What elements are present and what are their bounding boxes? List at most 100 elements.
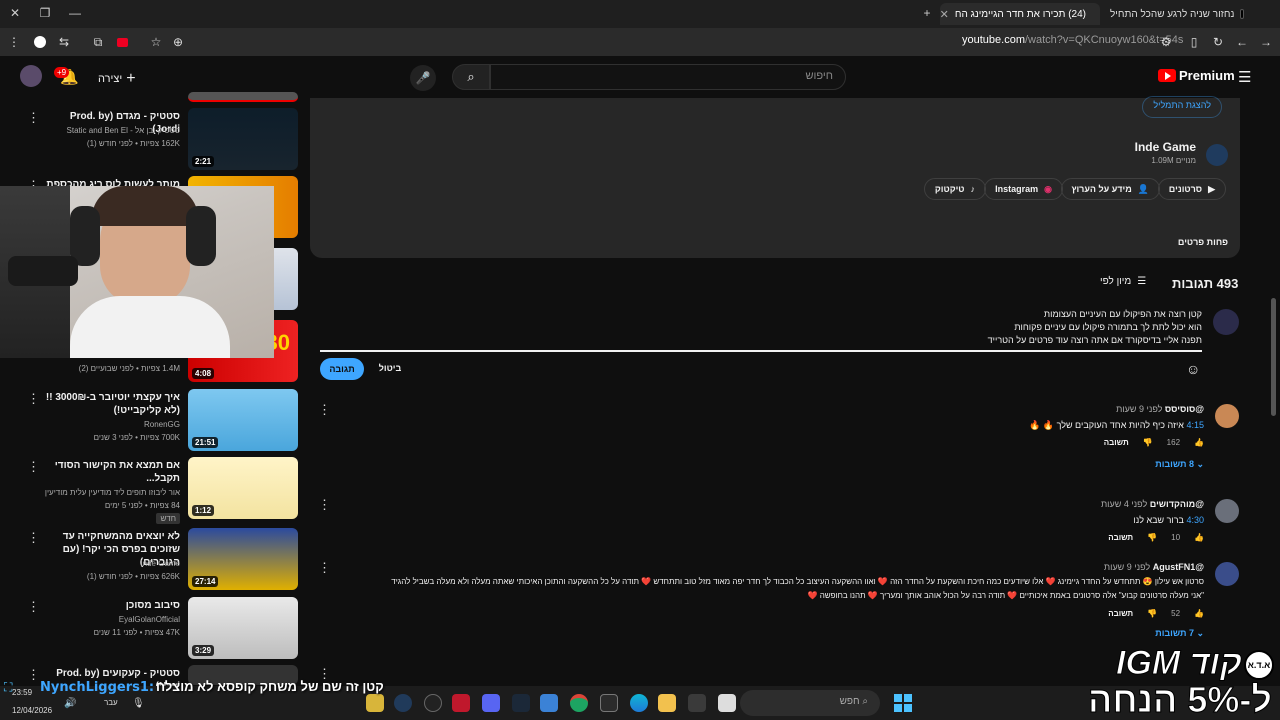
new-tab-icon[interactable]: + <box>916 4 938 22</box>
forward-icon[interactable]: ← <box>1232 32 1252 52</box>
submit-comment-button[interactable]: תגובה <box>320 358 364 380</box>
dislike-icon[interactable]: 👎 <box>1143 438 1153 447</box>
app-misc-icon[interactable] <box>688 694 706 712</box>
tab-active[interactable]: (24) תכירו את חדר הגיימינג הח ✕ <box>940 3 1100 25</box>
search-button[interactable]: ⌕ <box>452 64 490 90</box>
clock-date[interactable]: 12/04/2026 <box>12 706 52 715</box>
comment-time[interactable]: לפני 4 שעות <box>1101 499 1147 509</box>
like-icon[interactable]: 👍 <box>1194 438 1204 447</box>
page-scrollbar[interactable] <box>1271 298 1276 416</box>
split-screen-icon[interactable]: ▯ <box>1184 32 1204 52</box>
video-channel[interactable]: אור ליבוזו תופים ליד מודיעין עלית מודיעי… <box>30 487 180 498</box>
dislike-icon[interactable]: 👎 <box>1147 533 1157 542</box>
profile-icon[interactable] <box>30 32 50 52</box>
sidebar-video[interactable]: 2:21 סטטיק - מגדם (Prod. by Jordi) סטטיק… <box>0 108 300 174</box>
view-replies-button[interactable]: ⌄ 7 תשובות <box>318 628 1204 638</box>
app-red-icon[interactable] <box>452 694 470 712</box>
more-options-icon[interactable]: ⋮ <box>27 530 40 546</box>
comment-time[interactable]: לפני 9 שעות <box>1116 404 1162 414</box>
sidebar-video[interactable]: 3:29 סיבוב מסוכן EyalGolanOfficial 47K צ… <box>0 597 300 663</box>
video-channel[interactable]: Inde Game <box>30 558 180 569</box>
edge-icon[interactable] <box>630 694 648 712</box>
app-file-icon[interactable] <box>366 694 384 712</box>
comment-input[interactable]: קטן רוצה את הפיקולו עם העיניים העצומות ה… <box>320 308 1202 347</box>
comment-menu-icon[interactable]: ⋮ <box>318 402 331 418</box>
url-text[interactable]: youtube.com/watch?v=QKCnuoyw160&t=54s <box>962 34 1183 46</box>
user-avatar[interactable] <box>20 65 42 87</box>
commenter-avatar[interactable] <box>1215 404 1239 428</box>
favorite-star-icon[interactable]: ☆ <box>146 32 166 52</box>
windows-start-icon[interactable] <box>894 694 912 712</box>
taskbar-search[interactable]: ⌕ חפש <box>740 690 880 716</box>
record-icon[interactable] <box>112 32 132 52</box>
extensions-icon[interactable]: ⇆ <box>54 32 74 52</box>
tab-close-icon[interactable]: ✕ <box>940 8 949 21</box>
comment-author[interactable]: @AgustFN1 <box>1153 562 1204 572</box>
comment-author[interactable]: @סוסיסס <box>1165 404 1204 414</box>
menu-dots-icon[interactable]: ⋮ <box>4 32 24 52</box>
sidebar-video[interactable]: 21:51 איך עקצתי יוטיובר ב-3000₪ !! (לא ק… <box>0 389 300 455</box>
commenter-avatar[interactable] <box>1215 562 1239 586</box>
show-transcript-button[interactable]: להצגת התמליל <box>1142 96 1222 118</box>
restore-window-icon[interactable]: ❐ <box>34 4 56 22</box>
collections-icon[interactable]: ⧉ <box>88 32 108 52</box>
more-options-icon[interactable]: ⋮ <box>27 391 40 407</box>
show-less-button[interactable]: פחות פרטים <box>1178 237 1228 247</box>
hamburger-menu-icon[interactable]: ☰ <box>1238 68 1251 86</box>
instagram-link[interactable]: ◉ Instagram <box>984 178 1063 200</box>
about-link[interactable]: 👤 מידע על הערוץ <box>1060 178 1160 200</box>
tiktok-link[interactable]: ♪ טיקטוק <box>923 178 986 200</box>
sidebar-video[interactable]: 27:14 לא יוצאים מהמשחקייה עד שזוכים בפרס… <box>0 528 300 594</box>
app-photos-icon[interactable] <box>540 694 558 712</box>
video-title[interactable]: סיבוב מסוכן <box>40 599 180 612</box>
comment-menu-icon[interactable]: ⋮ <box>318 497 331 513</box>
more-options-icon[interactable]: ⋮ <box>27 110 40 126</box>
create-button[interactable]: + יצירה <box>98 70 136 88</box>
chrome-icon[interactable] <box>570 694 588 712</box>
video-thumb-partial[interactable] <box>188 92 298 102</box>
steam-icon[interactable] <box>512 694 530 712</box>
app-obs-icon[interactable] <box>424 694 442 712</box>
mic-tray-icon[interactable]: 🎙 <box>132 698 145 709</box>
video-title[interactable]: איך עקצתי יוטיובר ב-3000₪ !! (לא קליקביי… <box>40 391 180 417</box>
like-icon[interactable]: 👍 <box>1194 533 1204 542</box>
commenter-avatar[interactable] <box>1215 499 1239 523</box>
back-icon[interactable]: → <box>1256 32 1276 52</box>
video-thumbnail[interactable]: 3:29 <box>188 597 298 659</box>
video-title[interactable]: אם תמצא את הקישור הסודי תקבל... <box>40 459 180 485</box>
tab-inactive[interactable]: נחזור שניה לרגע שהכל התחיל <box>1102 3 1252 25</box>
search-input[interactable]: חיפוש <box>490 64 846 90</box>
more-options-icon[interactable]: ⋮ <box>27 459 40 475</box>
video-channel[interactable]: EyalGolanOfficial <box>30 614 180 625</box>
reply-button[interactable]: תשובה <box>1108 609 1133 618</box>
video-thumbnail[interactable]: 27:14 <box>188 528 298 590</box>
video-channel[interactable]: סטטיק ובן אל - Static and Ben El <box>30 125 180 136</box>
video-thumbnail[interactable]: 2:21 <box>188 108 298 170</box>
add-collection-icon[interactable]: ⊕ <box>168 32 188 52</box>
discord-icon[interactable] <box>482 694 500 712</box>
voice-search-icon[interactable]: 🎤 <box>410 65 436 91</box>
timestamp-link[interactable]: 4:30 <box>1186 515 1204 525</box>
cancel-button[interactable]: ביטול <box>372 363 408 373</box>
videos-link[interactable]: ▶ סרטונים <box>1157 178 1226 200</box>
more-options-icon[interactable]: ⋮ <box>27 667 40 683</box>
view-replies-button[interactable]: ⌄ 8 תשובות <box>330 459 1204 470</box>
comment-time[interactable]: לפני 9 שעות <box>1104 562 1150 572</box>
close-window-icon[interactable]: ✕ <box>4 4 26 22</box>
store-icon[interactable] <box>600 694 618 712</box>
channel-avatar[interactable] <box>1206 144 1228 166</box>
sort-button[interactable]: ☰ מיון לפי <box>1100 276 1146 287</box>
comment-menu-icon[interactable]: ⋮ <box>318 560 331 576</box>
emoji-icon[interactable]: ☺ <box>1186 361 1200 377</box>
language-indicator[interactable]: עבר <box>104 698 118 707</box>
video-thumbnail[interactable]: 1:12 <box>188 457 298 519</box>
dislike-icon[interactable]: 👎 <box>1147 609 1157 618</box>
youtube-logo[interactable]: Premium <box>1158 68 1235 83</box>
like-icon[interactable]: 👍 <box>1194 609 1204 618</box>
comment-author[interactable]: @מוהקדושים <box>1150 499 1204 509</box>
video-thumbnail[interactable]: 21:51 <box>188 389 298 451</box>
volume-icon[interactable]: 🔊 <box>64 698 76 709</box>
file-explorer-icon[interactable] <box>658 694 676 712</box>
app-notes-icon[interactable] <box>718 694 736 712</box>
timestamp-link[interactable]: 4:15 <box>1186 420 1204 430</box>
